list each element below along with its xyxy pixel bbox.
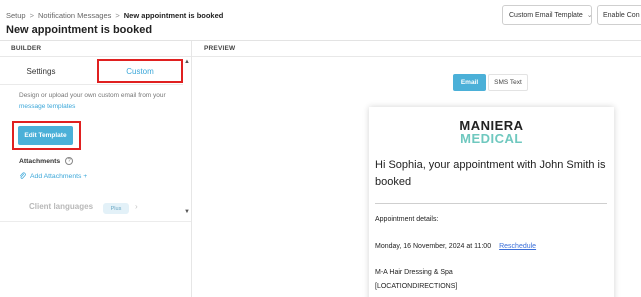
tab-custom[interactable]: Custom — [97, 59, 183, 83]
breadcrumb-notification-messages[interactable]: Notification Messages — [38, 11, 111, 20]
page-title: New appointment is booked — [6, 24, 153, 36]
tabs-divider — [0, 84, 183, 85]
builder-bottom-divider — [0, 221, 191, 222]
location-directions: [LOCATIONDIRECTIONS] — [375, 283, 458, 290]
logo-medical: MEDICAL — [460, 131, 523, 146]
template-type-value: Custom Email Template — [509, 11, 583, 19]
email-divider — [375, 203, 607, 204]
attachments-label-text: Attachments — [19, 157, 61, 165]
enable-button-label: Enable Con — [603, 11, 640, 19]
preview-heading: PREVIEW — [204, 45, 236, 52]
email-greeting: Hi Sophia, your appointment with John Sm… — [375, 159, 606, 188]
enable-button[interactable]: Enable Con — [597, 5, 641, 25]
appointment-datetime: Monday, 16 November, 2024 at 11:00 Resche… — [375, 243, 536, 250]
reschedule-link[interactable]: Reschedule — [499, 243, 536, 250]
scroll-up-icon[interactable]: ▲ — [184, 59, 190, 65]
breadcrumb-setup[interactable]: Setup — [6, 11, 26, 20]
plus-badge: Plus — [103, 203, 129, 214]
client-languages-label: Client languages — [29, 202, 94, 211]
message-templates-link[interactable]: message templates — [19, 103, 75, 110]
builder-heading: BUILDER — [11, 45, 42, 52]
breadcrumb-separator: > — [29, 11, 34, 20]
email-preview-card: MANIERA MEDICAL Hi Sophia, your appointm… — [369, 107, 614, 297]
edit-template-button[interactable]: Edit Template — [18, 126, 73, 145]
appointment-datetime-text: Monday, 16 November, 2024 at 11:00 — [375, 243, 492, 250]
tab-settings[interactable]: Settings — [10, 59, 72, 83]
add-attachments-label: Add Attachments + — [30, 172, 88, 180]
chevron-right-icon[interactable]: › — [135, 202, 138, 211]
preview-toggle-sms[interactable]: SMS Text — [488, 74, 528, 91]
attachments-label: Attachments ? — [19, 157, 74, 165]
preview-toggle-email[interactable]: Email — [453, 74, 486, 91]
notification-editor: Setup > Notification Messages > New appointm… — [0, 0, 641, 297]
template-type-select[interactable]: Custom Email Template ⌄ — [502, 5, 593, 25]
chevron-down-icon: ⌄ — [586, 12, 593, 19]
add-attachments-link[interactable]: Add Attachments + — [19, 172, 87, 180]
business-name: M-A Hair Dressing & Spa — [375, 269, 453, 276]
breadcrumb-current: New appointment is booked — [123, 11, 224, 20]
description-text: Design or upload your own custom email f… — [19, 92, 166, 99]
breadcrumb-separator: > — [115, 11, 120, 20]
paperclip-icon — [19, 172, 26, 179]
builder-scrollbar[interactable]: ▲ ▼ — [183, 59, 191, 221]
breadcrumb: Setup > Notification Messages > New appointm… — [6, 11, 223, 20]
help-icon[interactable]: ? — [65, 157, 74, 165]
panel-divider — [191, 41, 192, 297]
custom-description: Design or upload your own custom email f… — [19, 90, 179, 112]
appointment-details-label: Appointment details: — [375, 216, 439, 223]
column-heading-divider — [0, 56, 641, 57]
scroll-down-icon[interactable]: ▼ — [184, 209, 190, 215]
